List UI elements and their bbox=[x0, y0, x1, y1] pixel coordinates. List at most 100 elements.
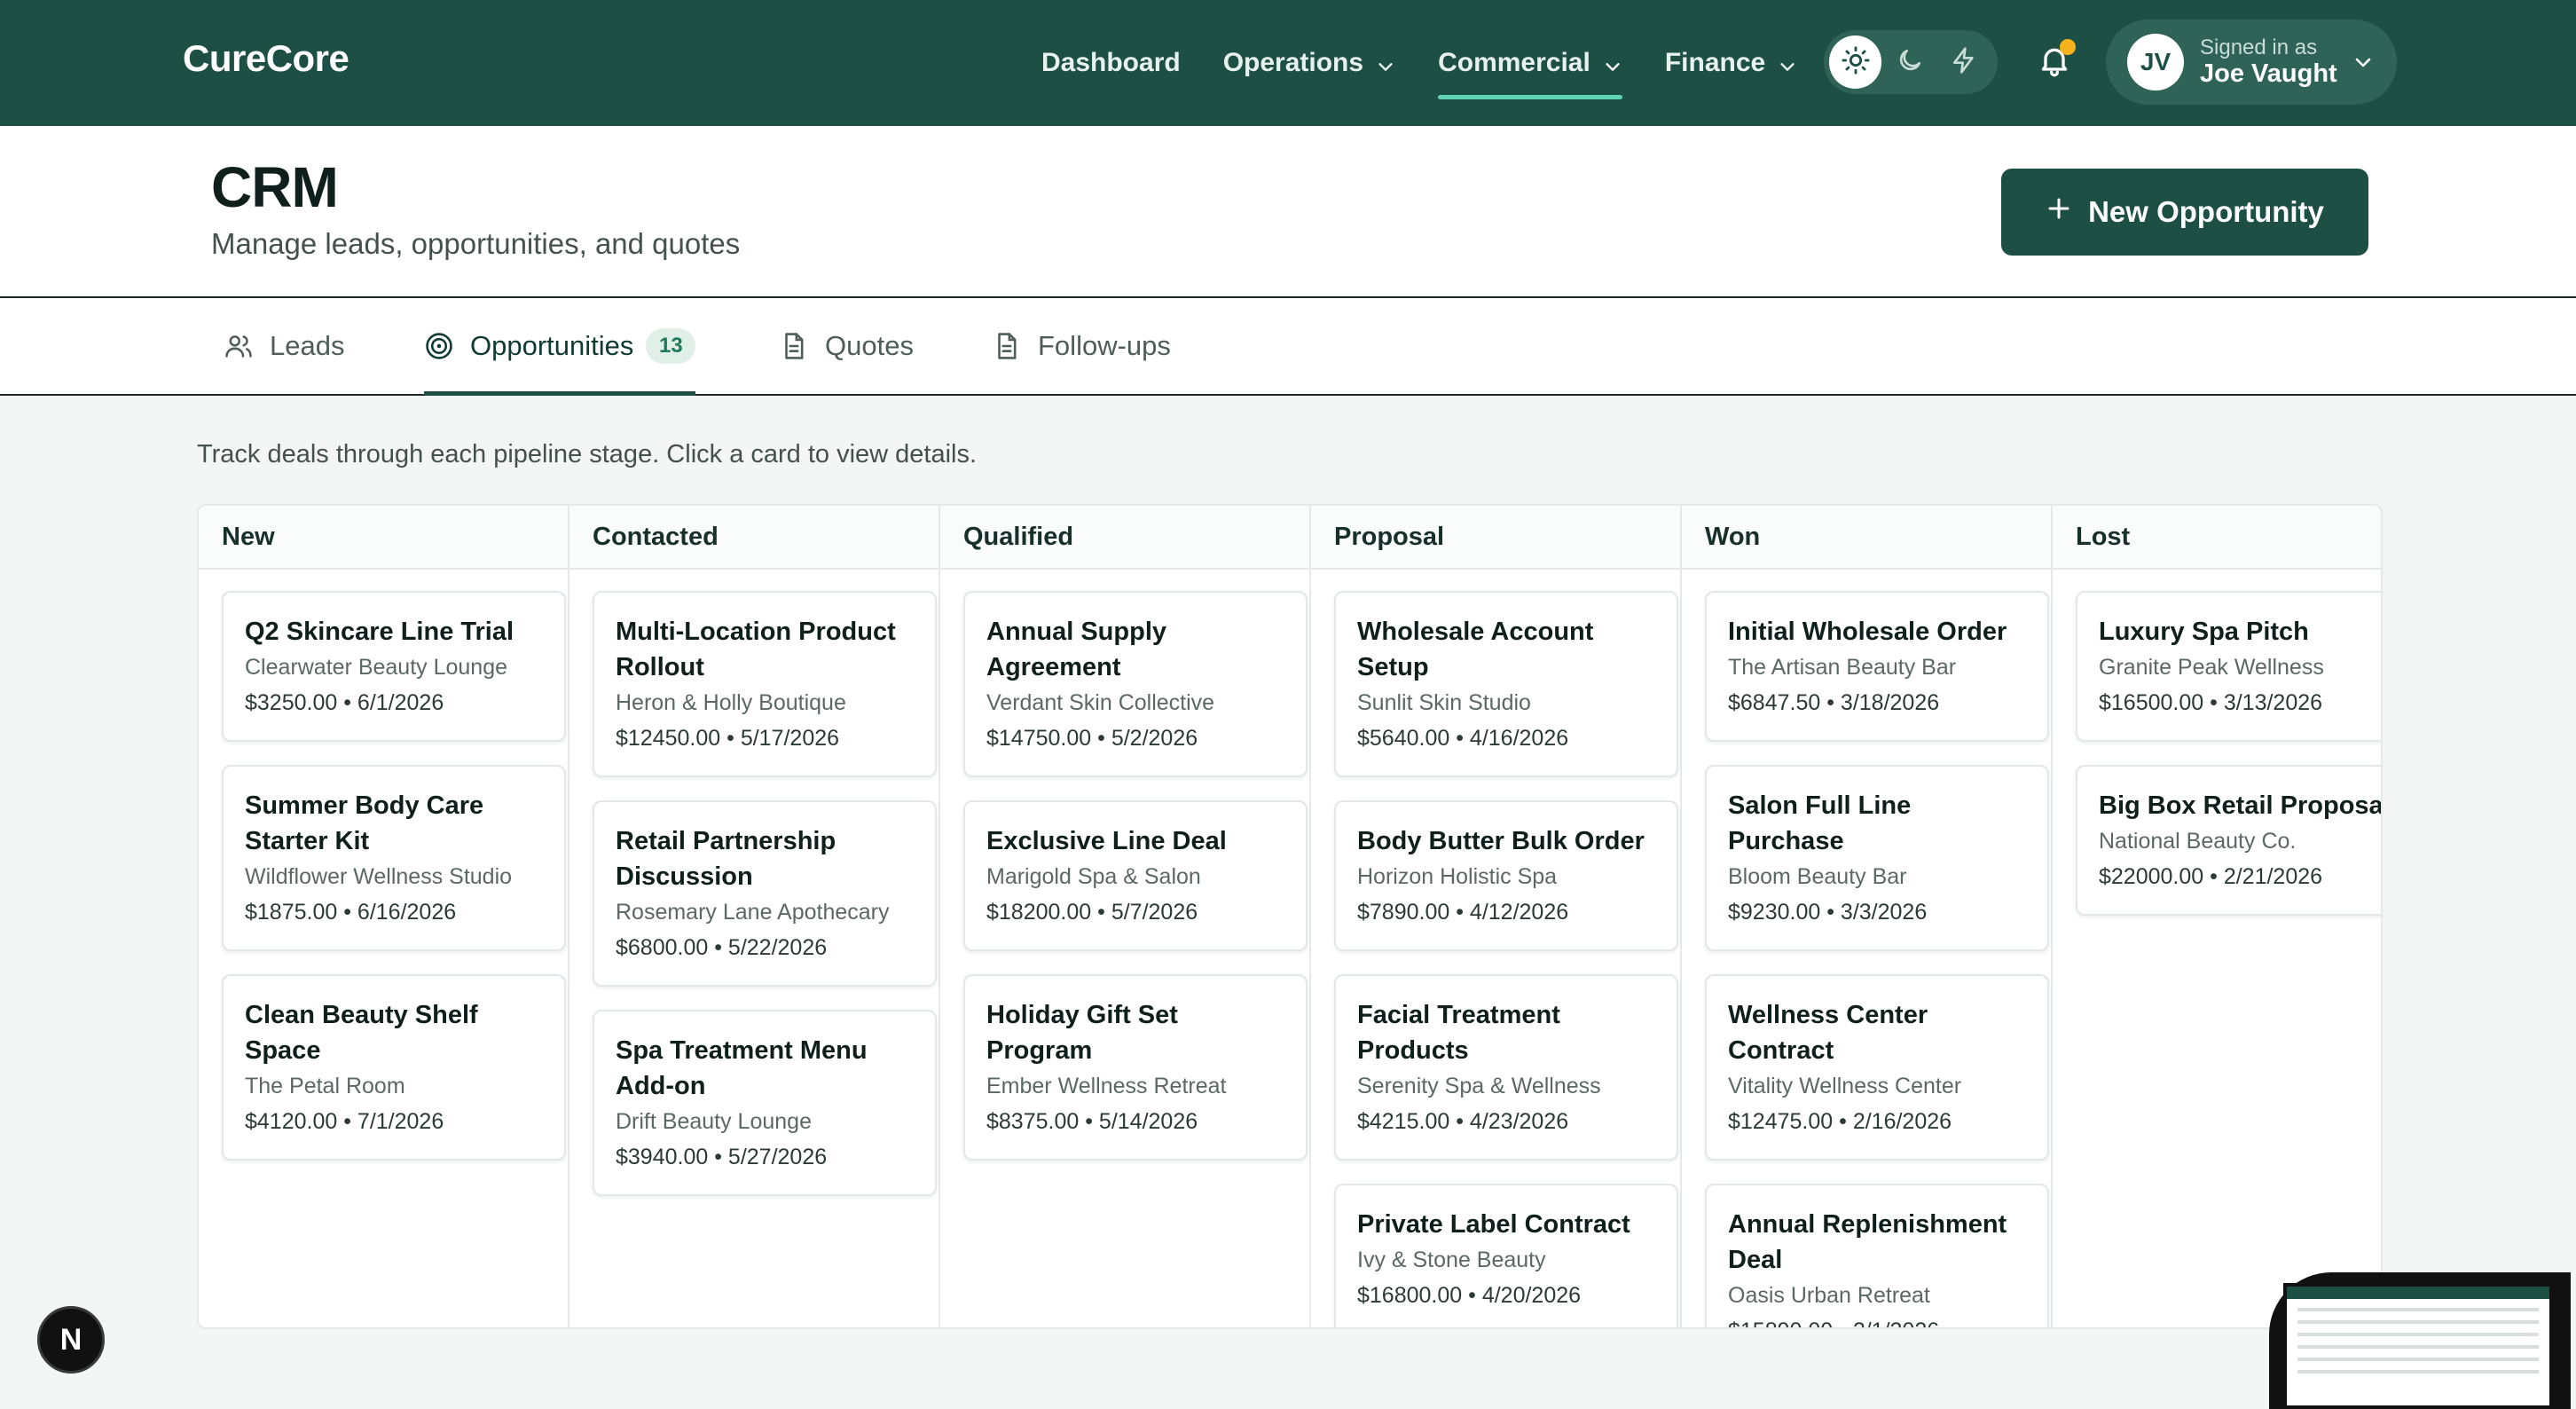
opportunity-company: Verdant Skin Collective bbox=[986, 690, 1215, 715]
opportunity-title: Annual Replenishment Deal bbox=[1728, 1210, 2007, 1274]
nav-item-label: Operations bbox=[1222, 48, 1364, 77]
nav-item-label: Finance bbox=[1664, 48, 1766, 77]
tab-follow-ups[interactable]: Follow-ups bbox=[992, 298, 1171, 394]
opportunity-card[interactable]: Body Butter Bulk Order Horizon Holistic S… bbox=[1334, 800, 1678, 951]
opportunity-value-date: $1875.00 • 6/16/2026 bbox=[245, 900, 457, 925]
opportunity-card[interactable]: Facial Treatment Products Serenity Spa & … bbox=[1334, 974, 1678, 1161]
opportunity-card[interactable]: Annual Replenishment Deal Oasis Urban Ret… bbox=[1705, 1184, 2049, 1327]
opportunity-company: Oasis Urban Retreat bbox=[1728, 1283, 1930, 1308]
opportunity-company: Heron & Holly Boutique bbox=[616, 690, 846, 715]
opportunity-card[interactable]: Holiday Gift Set Program Ember Wellness R… bbox=[963, 974, 1308, 1161]
signed-in-label: Signed in as bbox=[2200, 35, 2318, 59]
opportunity-title: Wholesale Account Setup bbox=[1357, 618, 1594, 681]
opportunity-card[interactable]: Q2 Skincare Line Trial Clearwater Beauty … bbox=[222, 591, 566, 742]
pipeline-column-qualified: Qualified Annual Supply Agreement Verdant… bbox=[940, 506, 1311, 1327]
nav-item-label: Dashboard bbox=[1041, 48, 1181, 77]
pipeline-column-lost: Lost Luxury Spa Pitch Granite Peak Wellne… bbox=[2053, 506, 2381, 1327]
column-cards: Q2 Skincare Line Trial Clearwater Beauty … bbox=[199, 570, 568, 1161]
opportunity-value-date: $6847.50 • 3/18/2026 bbox=[1728, 690, 1940, 715]
nav-item-commercial[interactable]: Commercial bbox=[1438, 0, 1622, 126]
opportunity-title: Facial Treatment Products bbox=[1357, 1001, 1560, 1065]
brand-logo[interactable]: CureCore bbox=[183, 37, 349, 80]
vivid-theme-button[interactable] bbox=[1938, 35, 1991, 89]
page-header: CRM Manage leads, opportunities, and quo… bbox=[0, 126, 2576, 298]
column-header: Lost bbox=[2053, 506, 2381, 570]
crm-tabs: Leads Opportunities 13 Quotes Follow-ups bbox=[0, 298, 2576, 396]
avatar: JV bbox=[2127, 34, 2184, 91]
light-theme-button[interactable] bbox=[1829, 35, 1882, 89]
opportunity-company: Wildflower Wellness Studio bbox=[245, 864, 513, 889]
opportunity-title: Multi-Location Product Rollout bbox=[616, 618, 896, 681]
dark-theme-button[interactable] bbox=[1883, 35, 1936, 89]
pipeline-column-contacted: Contacted Multi-Location Product Rollout… bbox=[569, 506, 940, 1327]
opportunity-value-date: $9230.00 • 3/3/2026 bbox=[1728, 900, 1928, 925]
opportunity-card[interactable]: Clean Beauty Shelf Space The Petal Room $4… bbox=[222, 974, 566, 1161]
opportunity-card[interactable]: Luxury Spa Pitch Granite Peak Wellness $16… bbox=[2076, 591, 2381, 742]
column-header: Contacted bbox=[569, 506, 939, 570]
thumbnail-line bbox=[2297, 1308, 2539, 1311]
thumbnail-line bbox=[2297, 1333, 2539, 1336]
nav-item-operations[interactable]: Operations bbox=[1223, 0, 1395, 126]
opportunity-value-date: $12450.00 • 5/17/2026 bbox=[616, 726, 840, 751]
opportunity-value-date: $16800.00 • 4/20/2026 bbox=[1357, 1283, 1582, 1308]
opportunity-value-date: $18200.00 • 5/7/2026 bbox=[986, 900, 1198, 925]
notification-dot bbox=[2060, 39, 2076, 55]
dev-tools-badge[interactable]: N bbox=[37, 1306, 105, 1374]
opportunity-title: Retail Partnership Discussion bbox=[616, 827, 836, 891]
tab-label: Opportunities bbox=[470, 330, 634, 361]
tab-leads[interactable]: Leads bbox=[224, 298, 344, 394]
opportunity-company: The Petal Room bbox=[245, 1074, 405, 1098]
opportunity-card[interactable]: Salon Full Line Purchase Bloom Beauty Bar… bbox=[1705, 765, 2049, 951]
opportunity-title: Luxury Spa Pitch bbox=[2099, 618, 2309, 646]
opportunity-card[interactable]: Multi-Location Product Rollout Heron & Ho… bbox=[593, 591, 937, 777]
opportunity-card[interactable]: Summer Body Care Starter Kit Wildflower W… bbox=[222, 765, 566, 951]
chevron-down-icon bbox=[1603, 53, 1622, 73]
page-preview-thumbnail[interactable] bbox=[2283, 1283, 2553, 1409]
notifications-button[interactable] bbox=[2031, 39, 2077, 85]
opportunity-card[interactable]: Initial Wholesale Order The Artisan Beaut… bbox=[1705, 591, 2049, 742]
opportunity-card[interactable]: Wholesale Account Setup Sunlit Skin Studi… bbox=[1334, 591, 1678, 777]
opportunity-title: Summer Body Care Starter Kit bbox=[245, 791, 484, 855]
tab-quotes[interactable]: Quotes bbox=[779, 298, 914, 394]
opportunity-value-date: $3250.00 • 6/1/2026 bbox=[245, 690, 444, 715]
opportunity-title: Salon Full Line Purchase bbox=[1728, 791, 1912, 855]
opportunity-card[interactable]: Annual Supply Agreement Verdant Skin Coll… bbox=[963, 591, 1308, 777]
opportunity-title: Q2 Skincare Line Trial bbox=[245, 618, 514, 646]
opportunity-card[interactable]: Retail Partnership Discussion Rosemary La… bbox=[593, 800, 937, 987]
opportunity-value-date: $5640.00 • 4/16/2026 bbox=[1357, 726, 1569, 751]
opportunity-card[interactable]: Wellness Center Contract Vitality Wellnes… bbox=[1705, 974, 2049, 1161]
opportunity-company: Vitality Wellness Center bbox=[1728, 1074, 1962, 1098]
opportunity-company: Ember Wellness Retreat bbox=[986, 1074, 1227, 1098]
opportunity-company: The Artisan Beauty Bar bbox=[1728, 655, 1957, 680]
thumbnail-line bbox=[2297, 1320, 2539, 1324]
user-name: Joe Vaught bbox=[2200, 59, 2337, 89]
user-menu-button[interactable]: JV Signed in as Joe Vaught bbox=[2106, 20, 2397, 105]
opportunity-value-date: $4120.00 • 7/1/2026 bbox=[245, 1109, 444, 1134]
opportunity-card[interactable]: Spa Treatment Menu Add-on Drift Beauty Lo… bbox=[593, 1010, 937, 1196]
column-cards: Luxury Spa Pitch Granite Peak Wellness $16… bbox=[2053, 570, 2381, 916]
plus-icon bbox=[2046, 195, 2072, 229]
opportunities-count-badge: 13 bbox=[646, 328, 696, 364]
thumbnail-line bbox=[2297, 1358, 2539, 1361]
opportunity-value-date: $7890.00 • 4/12/2026 bbox=[1357, 900, 1569, 925]
new-opportunity-button[interactable]: New Opportunity bbox=[2001, 169, 2368, 256]
tab-opportunities[interactable]: Opportunities 13 bbox=[424, 298, 696, 396]
theme-switcher bbox=[1824, 30, 1998, 94]
opportunity-card[interactable]: Private Label Contract Ivy & Stone Beauty… bbox=[1334, 1184, 1678, 1327]
nav-item-dashboard[interactable]: Dashboard bbox=[1041, 0, 1181, 126]
user-info: Signed in as Joe Vaught bbox=[2200, 35, 2337, 90]
users-icon bbox=[224, 331, 254, 361]
column-header: Qualified bbox=[940, 506, 1309, 570]
column-header: Proposal bbox=[1311, 506, 1680, 570]
page-title: CRM bbox=[211, 155, 339, 219]
document-icon bbox=[992, 331, 1022, 361]
nav-item-finance[interactable]: Finance bbox=[1665, 0, 1797, 126]
opportunity-card[interactable]: Exclusive Line Deal Marigold Spa & Salon $… bbox=[963, 800, 1308, 951]
opportunity-company: Bloom Beauty Bar bbox=[1728, 864, 1907, 889]
pipeline-column-new: New Q2 Skincare Line Trial Clearwater Bea… bbox=[199, 506, 569, 1327]
opportunity-value-date: $22000.00 • 2/21/2026 bbox=[2099, 864, 2323, 889]
opportunity-title: Wellness Center Contract bbox=[1728, 1001, 1928, 1065]
opportunity-card[interactable]: Big Box Retail Proposal National Beauty C… bbox=[2076, 765, 2381, 916]
nav-item-label: Commercial bbox=[1438, 48, 1590, 77]
opportunity-value-date: $15890.00 • 2/1/2026 bbox=[1728, 1315, 2026, 1327]
